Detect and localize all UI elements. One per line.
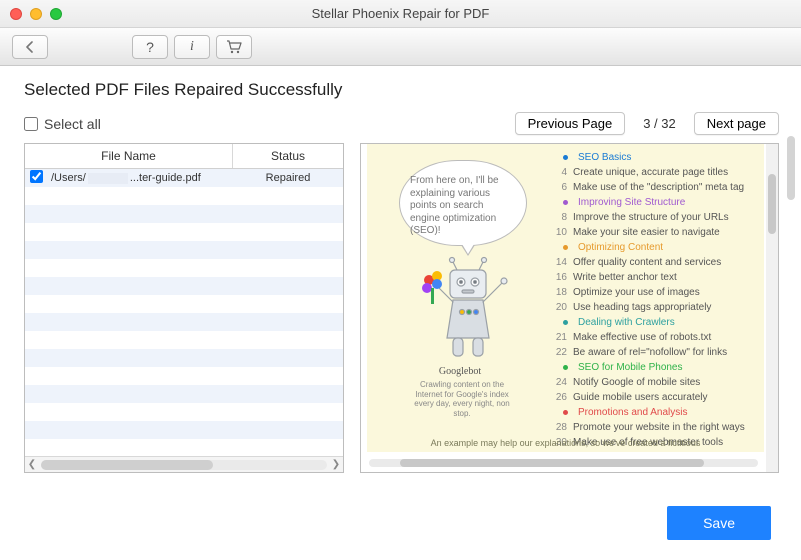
cell-filename: /Users/...ter-guide.pdf (47, 172, 233, 184)
scroll-thumb[interactable] (787, 136, 795, 200)
back-button[interactable] (12, 35, 48, 59)
scroll-thumb[interactable] (768, 174, 776, 234)
toc-item: 16Write better anchor text (549, 270, 754, 285)
toc-item: 28Promote your website in the right ways (549, 420, 754, 435)
scroll-thumb[interactable] (41, 460, 213, 470)
toc-section: SEO for Mobile Phones (549, 360, 754, 375)
info-button[interactable]: i (174, 35, 210, 59)
cell-status: Repaired (233, 172, 343, 184)
toc-item: 20Use heading tags appropriately (549, 300, 754, 315)
speech-bubble: From here on, I'll be explaining various… (399, 160, 527, 246)
window-vertical-scrollbar[interactable] (787, 66, 797, 500)
toc-section: Improving Site Structure (549, 195, 754, 210)
next-page-button[interactable]: Next page (694, 112, 779, 135)
scroll-left-icon[interactable]: ❮ (25, 459, 39, 470)
table-row[interactable] (25, 295, 343, 313)
toolbar: ? i (0, 28, 801, 66)
select-all-label: Select all (44, 116, 101, 132)
toc-section: SEO Basics (549, 150, 754, 165)
select-all-checkbox[interactable]: Select all (24, 116, 101, 132)
page-indicator: 3 / 32 (643, 116, 676, 131)
table-row[interactable] (25, 367, 343, 385)
window-title: Stellar Phoenix Repair for PDF (0, 6, 801, 21)
previous-page-button[interactable]: Previous Page (515, 112, 626, 135)
file-table-body: /Users/...ter-guide.pdfRepaired (25, 169, 343, 456)
toc-item: 14Offer quality content and services (549, 255, 754, 270)
preview-vertical-scrollbar[interactable] (766, 144, 778, 472)
toc-item: 4Create unique, accurate page titles (549, 165, 754, 180)
table-horizontal-scrollbar[interactable]: ❮ ❯ (25, 456, 343, 472)
column-header-status[interactable]: Status (233, 144, 343, 168)
preview-horizontal-scrollbar[interactable] (369, 459, 758, 467)
window-close-button[interactable] (10, 8, 22, 20)
table-row[interactable] (25, 439, 343, 456)
table-row[interactable] (25, 313, 343, 331)
table-row[interactable] (25, 277, 343, 295)
table-row[interactable] (25, 259, 343, 277)
table-row[interactable] (25, 403, 343, 421)
page-heading: Selected PDF Files Repaired Successfully (24, 80, 779, 100)
preview-footnote: An example may help our explanations, so… (367, 438, 764, 448)
toc-section: Promotions and Analysis (549, 405, 754, 420)
column-header-filename[interactable]: File Name (25, 144, 233, 168)
cart-button[interactable] (216, 35, 252, 59)
table-of-contents: SEO Basics4Create unique, accurate page … (549, 150, 754, 448)
row-checkbox[interactable] (30, 170, 43, 183)
pdf-preview-panel: From here on, I'll be explaining various… (360, 143, 779, 473)
window-zoom-button[interactable] (50, 8, 62, 20)
table-row[interactable] (25, 241, 343, 259)
table-row[interactable] (25, 205, 343, 223)
toc-section: Optimizing Content (549, 240, 754, 255)
title-bar: Stellar Phoenix Repair for PDF (0, 0, 801, 28)
table-row[interactable]: /Users/...ter-guide.pdfRepaired (25, 169, 343, 187)
help-button[interactable]: ? (132, 35, 168, 59)
toc-item: 21Make effective use of robots.txt (549, 330, 754, 345)
select-all-input[interactable] (24, 117, 38, 131)
toc-item: 8Improve the structure of your URLs (549, 210, 754, 225)
file-table: File Name Status /Users/...ter-guide.pdf… (24, 143, 344, 473)
bot-caption: Crawling content on the Internet for Goo… (407, 380, 517, 418)
bot-name: Googlebot (381, 366, 539, 377)
toc-section: Dealing with Crawlers (549, 315, 754, 330)
scroll-right-icon[interactable]: ❯ (329, 459, 343, 470)
table-row[interactable] (25, 187, 343, 205)
table-row[interactable] (25, 331, 343, 349)
table-row[interactable] (25, 223, 343, 241)
scroll-thumb[interactable] (400, 459, 703, 467)
googlebot-illustration (417, 256, 517, 366)
save-button[interactable]: Save (667, 506, 771, 540)
table-row[interactable] (25, 349, 343, 367)
toc-item: 6Make use of the "description" meta tag (549, 180, 754, 195)
table-row[interactable] (25, 385, 343, 403)
toc-item: 18Optimize your use of images (549, 285, 754, 300)
table-row[interactable] (25, 421, 343, 439)
toc-item: 26Guide mobile users accurately (549, 390, 754, 405)
toc-item: 24Notify Google of mobile sites (549, 375, 754, 390)
toc-item: 10Make your site easier to navigate (549, 225, 754, 240)
window-minimize-button[interactable] (30, 8, 42, 20)
toc-item: 22Be aware of rel="nofollow" for links (549, 345, 754, 360)
